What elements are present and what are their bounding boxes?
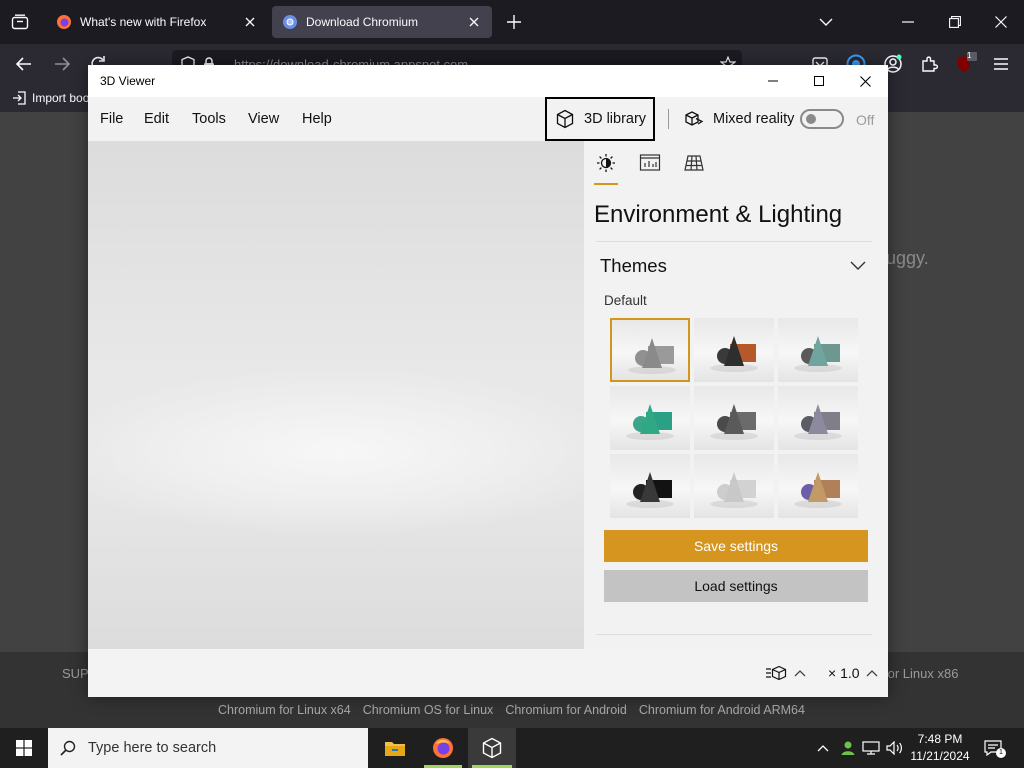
theme-thumbnail[interactable] — [778, 318, 858, 382]
3d-viewer-window: 3D Viewer File Edit Tools View Help 3D l… — [88, 65, 888, 697]
network-icon[interactable] — [860, 728, 882, 768]
stats-icon — [639, 153, 661, 183]
menu-view[interactable]: View — [248, 111, 279, 127]
menu-help[interactable]: Help — [302, 111, 332, 127]
theme-thumbnail[interactable] — [610, 454, 690, 518]
theme-thumbnail[interactable] — [610, 386, 690, 450]
volume-icon[interactable] — [884, 728, 906, 768]
firefox-favicon-icon — [56, 14, 72, 30]
3d-viewer-taskbar-icon[interactable] — [468, 728, 516, 768]
file-explorer-icon[interactable] — [372, 728, 418, 768]
chevron-up-icon[interactable] — [794, 669, 806, 677]
ublock-icon[interactable]: 1 — [952, 50, 980, 78]
theme-default-label: Default — [604, 293, 647, 308]
close-window-icon[interactable] — [989, 12, 1013, 32]
panel-title: Environment & Lighting — [594, 201, 843, 228]
3d-viewport[interactable] — [88, 141, 584, 649]
back-icon[interactable] — [12, 54, 36, 74]
link-chromium-os[interactable]: Chromium OS for Linux — [363, 703, 494, 717]
windows-start-icon[interactable] — [0, 728, 48, 768]
chevron-up-icon[interactable] — [866, 669, 878, 677]
chevron-down-icon[interactable] — [850, 261, 866, 271]
status-bar: × 1.0 — [88, 649, 888, 697]
minimize-icon[interactable] — [750, 65, 796, 97]
tab-overview-icon[interactable] — [8, 12, 32, 32]
restore-icon[interactable] — [943, 12, 967, 32]
zoom-level: × 1.0 — [828, 665, 860, 681]
clock-time: 7:48 PM — [917, 732, 963, 746]
cube-icon — [555, 109, 575, 129]
download-links: Chromium for Linux x64 Chromium OS for L… — [218, 703, 805, 717]
grid-icon — [683, 153, 705, 183]
mixed-reality-toggle[interactable] — [800, 109, 844, 129]
mixed-reality-button[interactable]: Mixed reality — [684, 109, 794, 129]
link-android[interactable]: Chromium for Android — [505, 703, 627, 717]
footer-right-text[interactable]: for Linux x86 — [884, 666, 958, 681]
tab-environment-lighting[interactable] — [594, 153, 618, 185]
extensions-icon[interactable] — [917, 52, 941, 76]
theme-thumbnail[interactable] — [610, 318, 690, 382]
divider — [596, 241, 872, 242]
title-bar: 3D Viewer — [88, 65, 888, 97]
firefox-tab-bar: What's new with Firefox Download Chromiu… — [0, 0, 1024, 44]
theme-thumbnail[interactable] — [694, 386, 774, 450]
list-all-tabs-icon[interactable] — [816, 12, 836, 32]
forward-icon[interactable] — [50, 54, 74, 74]
mixed-reality-label: Mixed reality — [713, 111, 795, 127]
3d-library-button[interactable]: 3D library — [545, 97, 655, 141]
minimize-icon[interactable] — [896, 12, 920, 32]
sun-icon — [596, 153, 616, 183]
menu-bar: File Edit Tools View Help 3D library Mix… — [88, 97, 888, 141]
save-settings-button[interactable]: Save settings — [604, 530, 868, 562]
theme-thumbnail[interactable] — [694, 318, 774, 382]
model-view-icon[interactable] — [766, 665, 788, 681]
import-icon — [12, 91, 26, 105]
tab-title: Download Chromium — [306, 15, 419, 29]
tab-title: What's new with Firefox — [80, 15, 207, 29]
tab-whats-new[interactable]: What's new with Firefox — [46, 6, 268, 38]
notification-badge: 1 — [996, 748, 1006, 758]
menu-tools[interactable]: Tools — [192, 111, 226, 127]
themes-header[interactable]: Themes — [600, 255, 667, 277]
system-clock[interactable]: 7:48 PM 11/21/2024 — [908, 731, 972, 765]
search-icon — [60, 740, 76, 756]
chevron-up-icon[interactable] — [812, 728, 834, 768]
maximize-icon[interactable] — [796, 65, 842, 97]
new-tab-icon[interactable] — [504, 12, 524, 32]
app-title: 3D Viewer — [100, 74, 156, 88]
page-text: uggy. — [886, 248, 929, 268]
theme-thumbnail[interactable] — [778, 454, 858, 518]
taskbar-search-box[interactable]: Type here to search — [48, 728, 368, 768]
close-icon[interactable] — [842, 65, 888, 97]
toolbar-separator — [668, 109, 669, 129]
themes-grid — [610, 318, 860, 518]
theme-thumbnail[interactable] — [778, 386, 858, 450]
mixed-reality-icon — [684, 109, 704, 129]
menu-file[interactable]: File — [100, 111, 123, 127]
divider — [596, 634, 872, 635]
close-tab-icon[interactable] — [242, 14, 258, 30]
link-android-arm64[interactable]: Chromium for Android ARM64 — [639, 703, 805, 717]
tab-stats-shading[interactable] — [638, 153, 662, 183]
link-linux-x64[interactable]: Chromium for Linux x64 — [218, 703, 351, 717]
tab-download-chromium[interactable]: Download Chromium — [272, 6, 492, 38]
chromium-favicon-icon — [282, 14, 298, 30]
close-tab-icon[interactable] — [466, 14, 482, 30]
menu-edit[interactable]: Edit — [144, 111, 169, 127]
mixed-reality-state: Off — [856, 112, 875, 128]
action-center-icon[interactable]: 1 — [980, 728, 1006, 768]
load-settings-button[interactable]: Load settings — [604, 570, 868, 602]
theme-thumbnail[interactable] — [694, 454, 774, 518]
extension-badge: 1 — [967, 51, 972, 60]
environment-panel: Environment & Lighting Themes Default Sa… — [584, 141, 888, 649]
hamburger-menu-icon[interactable] — [989, 54, 1013, 74]
import-bookmarks-link[interactable]: Import boo — [32, 91, 89, 105]
windows-taskbar: Type here to search 7:48 PM 11/21/2024 1 — [0, 728, 1024, 768]
people-icon[interactable] — [838, 728, 858, 768]
clock-date: 11/21/2024 — [910, 749, 970, 763]
firefox-taskbar-icon[interactable] — [420, 728, 466, 768]
search-placeholder: Type here to search — [88, 740, 217, 756]
tab-grid-views[interactable] — [682, 153, 706, 183]
3d-library-label: 3D library — [584, 111, 647, 127]
